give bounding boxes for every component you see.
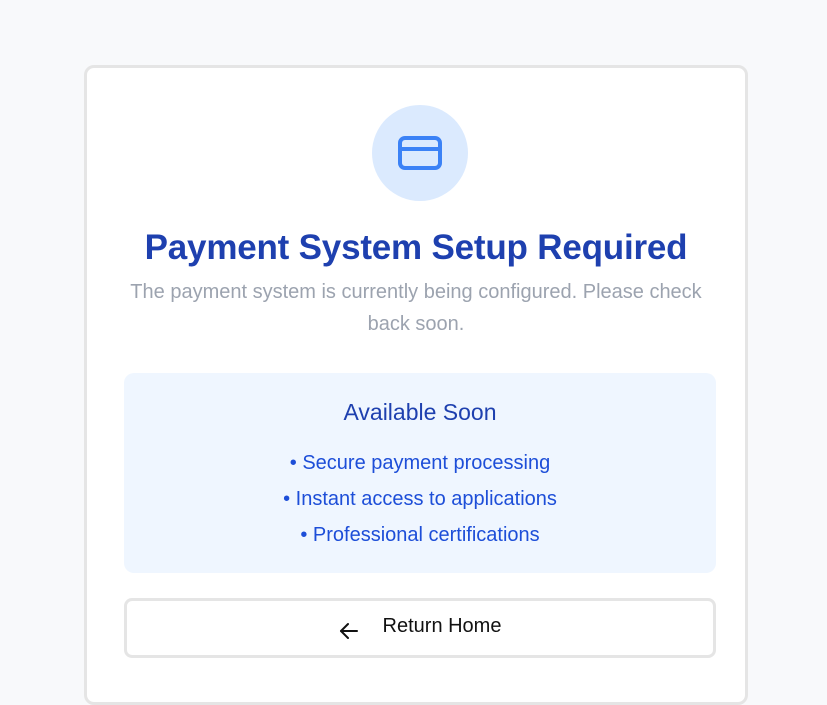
list-item: • Instant access to applications bbox=[283, 488, 557, 510]
return-home-label: Return Home bbox=[382, 614, 502, 637]
available-soon-heading: Available Soon bbox=[343, 399, 497, 425]
return-home-button[interactable]: Return Home bbox=[124, 598, 716, 658]
payment-setup-card: Payment System Setup Required The paymen… bbox=[84, 65, 748, 705]
feature-list: • Secure payment processing • Instant ac… bbox=[124, 445, 716, 553]
list-item: • Secure payment processing bbox=[289, 452, 551, 474]
credit-card-icon bbox=[398, 136, 442, 170]
available-soon-panel: Available Soon • Secure payment processi… bbox=[124, 373, 716, 573]
icon-badge bbox=[372, 105, 468, 201]
page-title: Payment System Setup Required bbox=[144, 228, 688, 267]
page-subtitle: The payment system is currently being co… bbox=[130, 281, 702, 335]
arrow-left-icon bbox=[339, 622, 359, 640]
list-item: • Professional certifications bbox=[300, 524, 540, 546]
